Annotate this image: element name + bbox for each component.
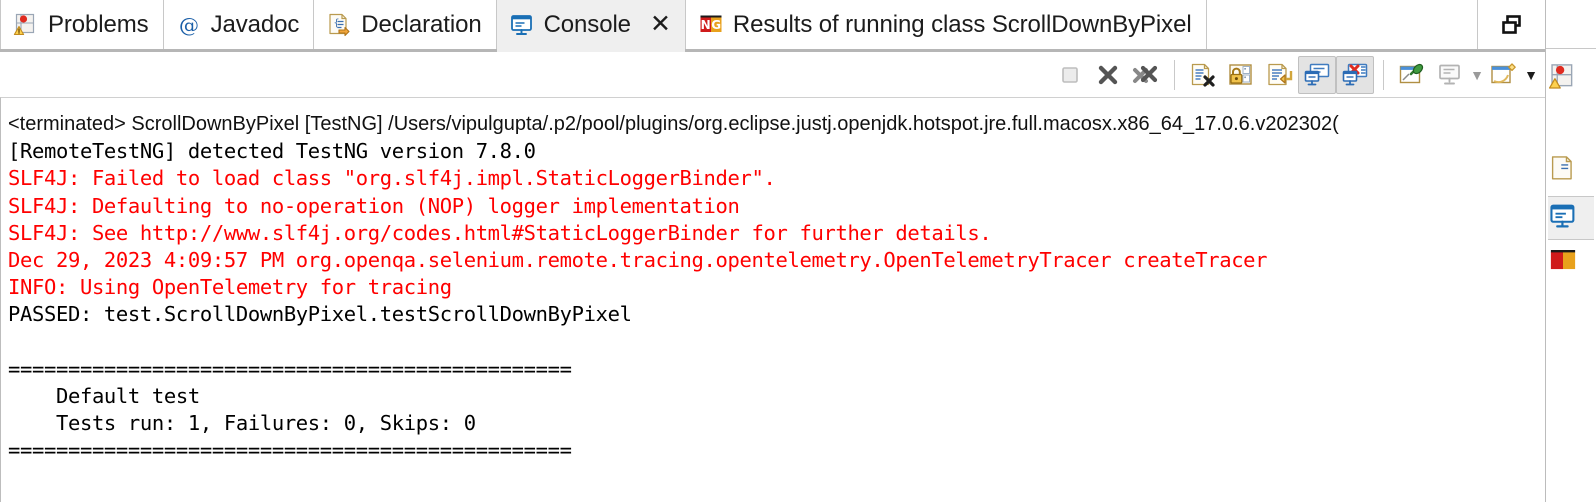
console-output-area[interactable]: <terminated> ScrollDownByPixel [TestNG] … <box>0 97 1545 502</box>
view-tab-bar: Problems @ Javadoc {Declaration Console… <box>0 0 1545 52</box>
tab-javadoc[interactable]: @ Javadoc <box>163 0 315 49</box>
svg-text:G: G <box>711 18 721 32</box>
pin-console-button[interactable] <box>1393 56 1431 94</box>
remove-all-terminated-button[interactable] <box>1127 56 1165 94</box>
console-line: SLF4J: See http://www.slf4j.org/codes.ht… <box>8 220 992 245</box>
show-console-on-output-button[interactable] <box>1298 55 1336 94</box>
tab-label-problems: Problems <box>48 10 149 38</box>
remove-launch-button[interactable] <box>1089 56 1127 94</box>
tab-label-declaration: Declaration <box>361 10 482 38</box>
problems-icon <box>13 12 39 38</box>
tab-testng-results[interactable]: N G Results of running class ScrollDownB… <box>685 0 1207 49</box>
console-line: ========================================… <box>8 356 572 381</box>
testng-icon <box>1548 246 1578 281</box>
display-selected-console-button[interactable] <box>1431 56 1469 94</box>
javadoc-at-icon: @ <box>176 12 202 38</box>
console-line: Default test <box>8 384 200 409</box>
open-console-button[interactable] <box>1485 56 1523 94</box>
restore-window-icon[interactable] <box>1477 0 1545 49</box>
minimized-problems-view[interactable] <box>1548 58 1594 100</box>
console-line: SLF4J: Failed to load class "org.slf4j.i… <box>8 166 776 191</box>
console-line: INFO: Using OpenTelemetry for tracing <box>8 275 452 300</box>
clear-console-button[interactable] <box>1184 56 1222 94</box>
tab-bar-spacer <box>1207 0 1477 49</box>
chevron-down-icon-open-console[interactable]: ▼ <box>1523 56 1539 94</box>
terminate-button[interactable] <box>1051 56 1089 94</box>
console-main-panel: Problems @ Javadoc {Declaration Console… <box>0 0 1545 502</box>
console-icon <box>1548 201 1578 236</box>
declaration-icon: { <box>326 12 352 38</box>
separator-1 <box>1174 59 1175 90</box>
console-line: Tests run: 1, Failures: 0, Skips: 0 <box>8 411 476 436</box>
close-icon[interactable]: ✕ <box>650 12 671 37</box>
minimized-declaration-view[interactable] <box>1548 150 1594 192</box>
tab-console[interactable]: Console ✕ <box>496 0 686 52</box>
show-console-on-error-button[interactable] <box>1336 55 1374 94</box>
minimized-testng-view[interactable] <box>1548 242 1594 284</box>
console-icon <box>509 12 535 38</box>
console-line: PASSED: test.ScrollDownByPixel.testScrol… <box>8 302 632 327</box>
tab-label-javadoc: Javadoc <box>210 10 300 38</box>
testng-icon: N G <box>698 12 724 38</box>
minimized-views-strip <box>1545 0 1596 502</box>
chevron-down-icon-display-console[interactable]: ▼ <box>1469 56 1485 94</box>
console-line: [RemoteTestNG] detected TestNG version 7… <box>8 139 536 164</box>
separator-2 <box>1383 59 1384 90</box>
tab-declaration[interactable]: { Declaration <box>314 0 497 49</box>
strip-divider <box>1546 0 1596 49</box>
tab-label-console: Console <box>543 10 631 38</box>
declaration-icon <box>1548 154 1578 189</box>
console-line: SLF4J: Defaulting to no-operation (NOP) … <box>8 193 740 218</box>
svg-text:@: @ <box>179 13 199 37</box>
scroll-lock-button[interactable] <box>1222 56 1260 94</box>
console-line: Dec 29, 2023 4:09:57 PM org.openqa.selen… <box>8 248 1268 273</box>
eclipse-console-view: Problems @ Javadoc {Declaration Console… <box>0 0 1596 502</box>
svg-text:N: N <box>700 18 710 32</box>
word-wrap-button[interactable] <box>1260 56 1298 94</box>
minimized-console-view[interactable] <box>1548 196 1594 240</box>
tab-label-testng-results: Results of running class ScrollDownByPix… <box>732 10 1192 38</box>
problems-icon <box>1548 62 1578 97</box>
console-toolbar: ▼ ▼ <box>0 52 1545 97</box>
console-line: <terminated> ScrollDownByPixel [TestNG] … <box>8 113 1339 135</box>
tab-problems[interactable]: Problems <box>0 0 164 49</box>
console-line: ========================================… <box>8 438 572 463</box>
